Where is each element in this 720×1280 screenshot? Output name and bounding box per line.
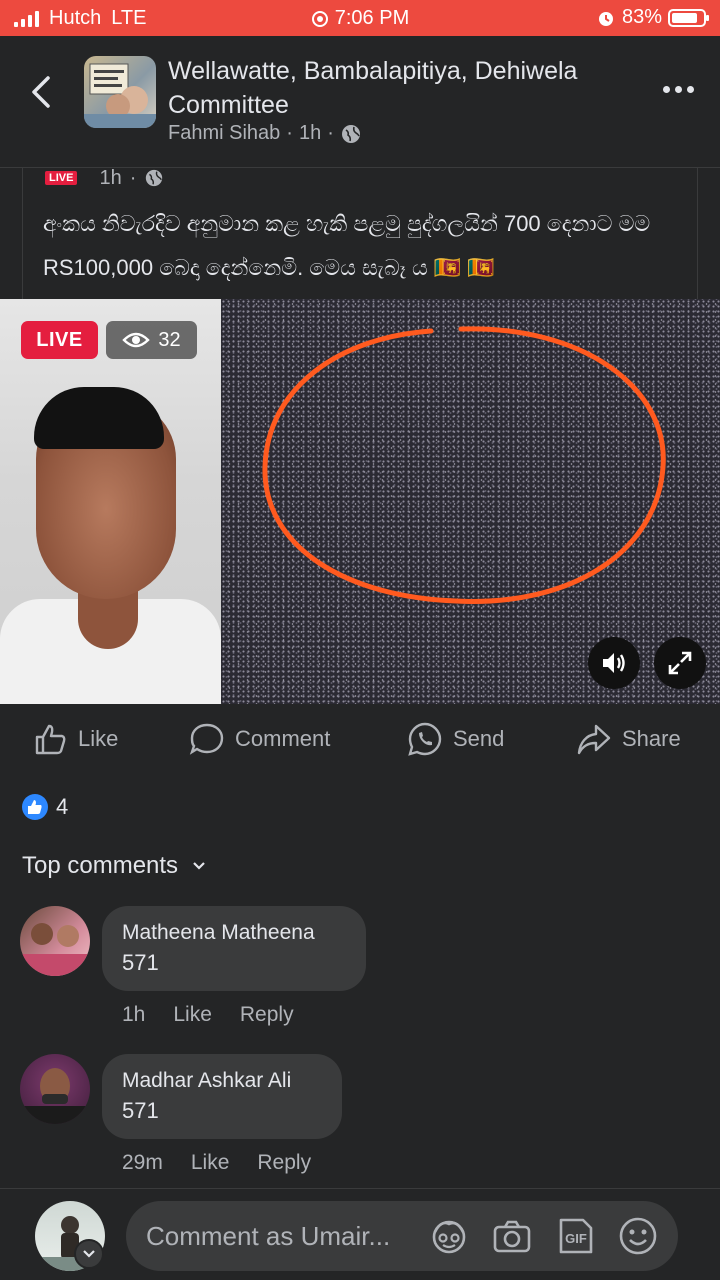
globe-icon [146, 169, 163, 187]
clock: 7:06 PM [334, 7, 410, 29]
post-meta: Fahmi Sihab · 1h · [168, 122, 362, 145]
like-reaction-icon [22, 794, 48, 820]
meta-separator: · [129, 168, 137, 188]
comment-composer: GIF [0, 1188, 720, 1280]
comment-text: 571 [122, 950, 159, 975]
expand-icon [668, 651, 692, 675]
action-bar: Like Comment Send Share [0, 704, 720, 774]
comment-text: 571 [122, 1098, 159, 1123]
share-icon [577, 724, 611, 755]
shared-post-time: 1h [99, 168, 122, 188]
status-right: 83% [596, 6, 709, 29]
chevron-down-icon [193, 862, 205, 870]
eye-icon [122, 332, 151, 348]
comment-meta: 29m Like Reply [122, 1151, 311, 1175]
live-tag: LIVE [45, 171, 78, 185]
speaker-icon [603, 653, 625, 673]
camera-feed [0, 299, 221, 704]
commenter-name[interactable]: Matheena Matheena [122, 919, 346, 947]
post-header: Wellawatte, Bambalapitiya, Dehiwela Comm… [0, 36, 720, 168]
comment-reply-link[interactable]: Reply [240, 1003, 294, 1027]
comment-like-link[interactable]: Like [173, 1003, 212, 1027]
send-label: Send [453, 726, 505, 751]
emoji-icon[interactable] [617, 1215, 659, 1257]
more-options-icon[interactable] [663, 86, 694, 93]
shared-post: LIVE 1h · අංකය නිවැරදිව අනුමාන කළ හැකි ප… [22, 168, 698, 299]
post-time: 1h [298, 122, 322, 144]
comment-input[interactable] [146, 1201, 416, 1271]
author-name[interactable]: Fahmi Sihab [168, 122, 280, 145]
reaction-count: 4 [56, 794, 69, 819]
chevron-down-icon[interactable] [74, 1239, 104, 1269]
avatar-sticker-icon[interactable] [428, 1215, 470, 1257]
whatsapp-icon [408, 722, 442, 756]
comment-label: Comment [235, 726, 331, 751]
camera-icon[interactable] [491, 1215, 533, 1257]
live-video[interactable]: LIVE 32 [0, 299, 720, 704]
comment-icon [189, 723, 224, 755]
comment-sort-label: Top comments [22, 852, 179, 879]
comment-time: 1h [122, 1003, 146, 1026]
avatar[interactable] [20, 1054, 90, 1124]
comment-input-box[interactable]: GIF [126, 1201, 678, 1271]
commenter-name[interactable]: Madhar Ashkar Ali [122, 1067, 322, 1095]
meta-separator: · [327, 122, 334, 144]
post-text: අංකය නිවැරදිව අනුමාන කළ හැකි පළමු පුද්ගල… [43, 211, 651, 280]
circle-annotation [262, 326, 666, 604]
share-button[interactable]: Share [576, 704, 681, 774]
viewer-count: 32 [106, 321, 197, 359]
avatar[interactable] [20, 906, 90, 976]
comment-time: 29m [122, 1151, 163, 1174]
comment-sort-toggle[interactable]: Top comments [22, 852, 206, 880]
alarm-icon [598, 11, 613, 26]
location-icon [311, 10, 328, 27]
like-button[interactable]: Like [34, 704, 118, 774]
comment-bubble[interactable]: Madhar Ashkar Ali 571 [102, 1054, 342, 1139]
group-avatar[interactable] [84, 56, 156, 128]
globe-icon [341, 124, 360, 143]
comment-bubble[interactable]: Matheena Matheena 571 [102, 906, 366, 991]
thumbs-up-icon [35, 724, 66, 755]
battery-icon [668, 8, 709, 27]
svg-text:GIF: GIF [565, 1231, 587, 1246]
fullscreen-button[interactable] [654, 637, 706, 689]
share-label: Share [622, 726, 681, 751]
volume-button[interactable] [588, 637, 640, 689]
gif-icon[interactable]: GIF [554, 1215, 596, 1257]
status-bar: Hutch LTE 7:06 PM 83% [0, 0, 720, 36]
like-label: Like [78, 726, 119, 751]
comment-reply-link[interactable]: Reply [257, 1151, 311, 1175]
comment-meta: 1h Like Reply [122, 1003, 294, 1027]
battery-percent: 83% [621, 6, 662, 28]
comment-like-link[interactable]: Like [191, 1151, 230, 1175]
back-icon[interactable] [24, 72, 58, 112]
live-badge: LIVE [21, 321, 98, 359]
comment-button[interactable]: Comment [189, 704, 330, 774]
shared-post-meta: LIVE 1h · [45, 168, 164, 188]
viewer-count-value: 32 [158, 328, 181, 351]
reaction-summary[interactable]: 4 [22, 794, 68, 820]
meta-separator: · [286, 122, 293, 144]
group-title[interactable]: Wellawatte, Bambalapitiya, Dehiwela Comm… [168, 54, 628, 122]
send-button[interactable]: Send [407, 704, 504, 774]
number-image [221, 299, 720, 704]
